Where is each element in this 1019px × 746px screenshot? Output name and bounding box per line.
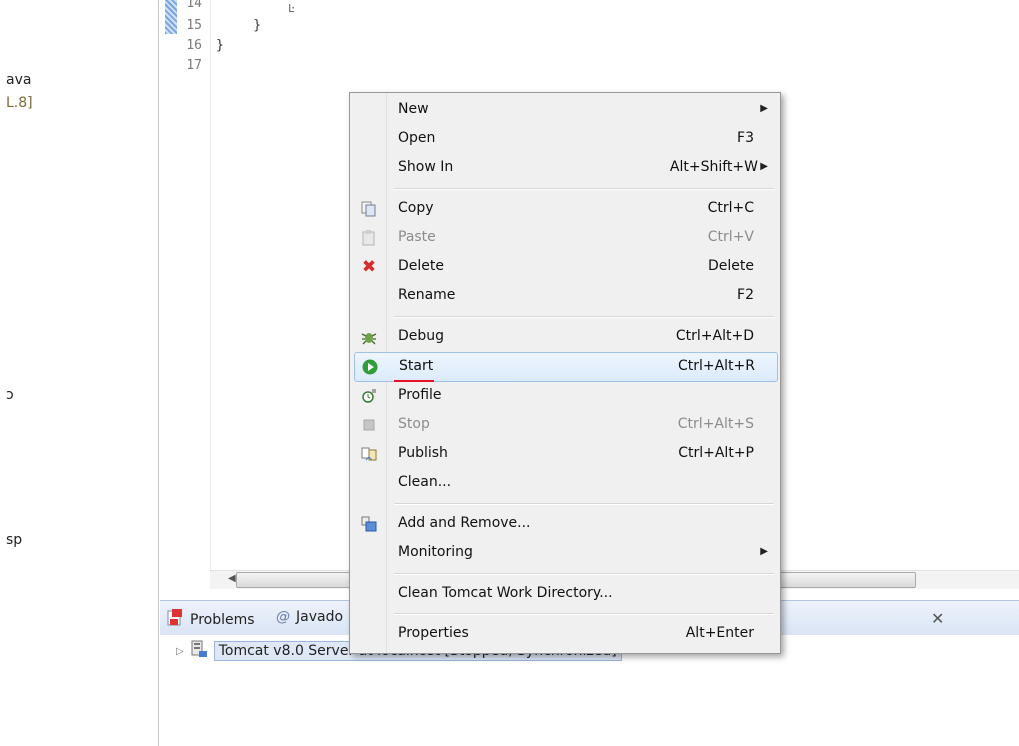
menu-item-shortcut: Delete [708, 258, 754, 274]
menu-item-properties[interactable]: Properties Alt+Enter [354, 620, 776, 648]
menu-item-label: Publish [398, 445, 448, 461]
server-icon [190, 640, 208, 662]
start-icon [361, 358, 379, 376]
menu-item-label: Properties [398, 625, 469, 641]
menu-separator [394, 573, 774, 575]
paste-icon [360, 229, 378, 247]
menu-item-shortcut: Ctrl+Alt+P [678, 445, 754, 461]
expand-arrow-icon[interactable]: ▷ [176, 646, 184, 657]
menu-item-label: Stop [398, 416, 430, 432]
sidebar-fragment-jre: L.8] [6, 95, 33, 111]
menu-item-label: Clean Tomcat Work Directory... [398, 585, 613, 601]
menu-item-shortcut: F2 [737, 287, 754, 303]
publish-icon [360, 445, 378, 463]
menu-item-copy[interactable]: Copy Ctrl+C [354, 195, 776, 223]
menu-item-label: Delete [398, 258, 444, 274]
menu-item-label: New [398, 101, 429, 117]
at-icon: @ [276, 609, 290, 625]
line-number: 16 [186, 38, 202, 53]
submenu-arrow-icon: ▶ [760, 161, 768, 172]
menu-item-label: Copy [398, 200, 434, 216]
menu-item-label: Open [398, 130, 436, 146]
tab-javadoc[interactable]: @ Javado [276, 609, 343, 625]
menu-item-open[interactable]: Open F3 [354, 125, 776, 153]
tab-label: Problems [190, 612, 255, 628]
menu-item-label: Show In [398, 159, 454, 175]
scroll-left-icon[interactable]: ◀ [228, 573, 236, 584]
tab-problems[interactable]: Problems [166, 609, 255, 631]
copy-icon [360, 200, 378, 218]
sidebar-fragment-java: ava [6, 72, 32, 88]
menu-item-shortcut: Ctrl+V [707, 229, 754, 245]
submenu-arrow-icon: ▶ [760, 546, 768, 557]
menu-separator [394, 188, 774, 190]
menu-item-shortcut: Alt+Enter [685, 625, 754, 641]
menu-item-label: Monitoring [398, 544, 473, 560]
line-number: 17 [186, 58, 202, 73]
submenu-arrow-icon: ▶ [760, 103, 768, 114]
menu-separator [394, 613, 774, 615]
menu-item-profile[interactable]: Profile [354, 382, 776, 410]
menu-item-paste[interactable]: Paste Ctrl+V [354, 224, 776, 252]
menu-item-clean[interactable]: Clean... [354, 469, 776, 497]
stop-icon [360, 416, 378, 434]
menu-item-clean-tomcat-work-directory[interactable]: Clean Tomcat Work Directory... [354, 580, 776, 608]
menu-separator [394, 316, 774, 318]
menu-item-delete[interactable]: ✖ Delete Delete [354, 253, 776, 281]
sidebar-fragment-jsp: sp [6, 532, 23, 548]
delete-icon: ✖ [361, 257, 377, 277]
code-line: } [216, 38, 224, 53]
menu-item-start[interactable]: Start Ctrl+Alt+R [354, 352, 778, 382]
menu-item-label: Clean... [398, 474, 452, 490]
sidebar-divider [158, 0, 159, 746]
menu-item-publish[interactable]: Publish Ctrl+Alt+P [354, 440, 776, 468]
menu-item-debug[interactable]: Debug Ctrl+Alt+D [354, 323, 776, 351]
context-menu: New ▶ Open F3 Show In Alt+Shift+W ▶ Copy… [349, 92, 781, 654]
menu-item-add-remove[interactable]: Add and Remove... [354, 510, 776, 538]
profile-icon [360, 387, 378, 405]
menu-item-shortcut: F3 [737, 130, 754, 146]
menu-item-rename[interactable]: Rename F2 [354, 282, 776, 310]
editor-ruler [210, 0, 211, 570]
menu-item-label: Paste [398, 229, 436, 245]
menu-item-label: Add and Remove... [398, 515, 531, 531]
add-remove-icon [360, 515, 378, 533]
line-number: 14 [186, 0, 202, 11]
sidebar-fragment-3: ɔ [6, 387, 14, 403]
menu-item-monitoring[interactable]: Monitoring ▶ [354, 539, 776, 567]
menu-item-stop[interactable]: Stop Ctrl+Alt+S [354, 411, 776, 439]
menu-item-shortcut: Ctrl+C [707, 200, 754, 216]
code-line: } [222, 18, 262, 33]
close-icon[interactable]: ✕ [931, 609, 944, 628]
menu-item-shortcut: Ctrl+Alt+S [677, 416, 754, 432]
menu-item-label: Debug [398, 328, 445, 344]
menu-item-new[interactable]: New ▶ [354, 96, 776, 124]
tab-label: Javado [296, 609, 344, 625]
menu-item-shortcut: Alt+Shift+W [669, 159, 758, 175]
code-fragment: Ŀ [288, 2, 295, 15]
start-underline-annotation [394, 380, 434, 382]
menu-item-shortcut: Ctrl+Alt+R [677, 358, 755, 374]
menu-item-shortcut: Ctrl+Alt+D [675, 328, 754, 344]
menu-item-label: Rename [398, 287, 456, 303]
line-number: 15 [186, 18, 202, 33]
menu-item-show-in[interactable]: Show In Alt+Shift+W ▶ [354, 154, 776, 182]
problems-icon [166, 609, 184, 631]
menu-item-label: Profile [398, 387, 442, 403]
menu-item-label: Start [399, 358, 434, 374]
debug-icon [360, 328, 378, 346]
menu-separator [394, 503, 774, 505]
